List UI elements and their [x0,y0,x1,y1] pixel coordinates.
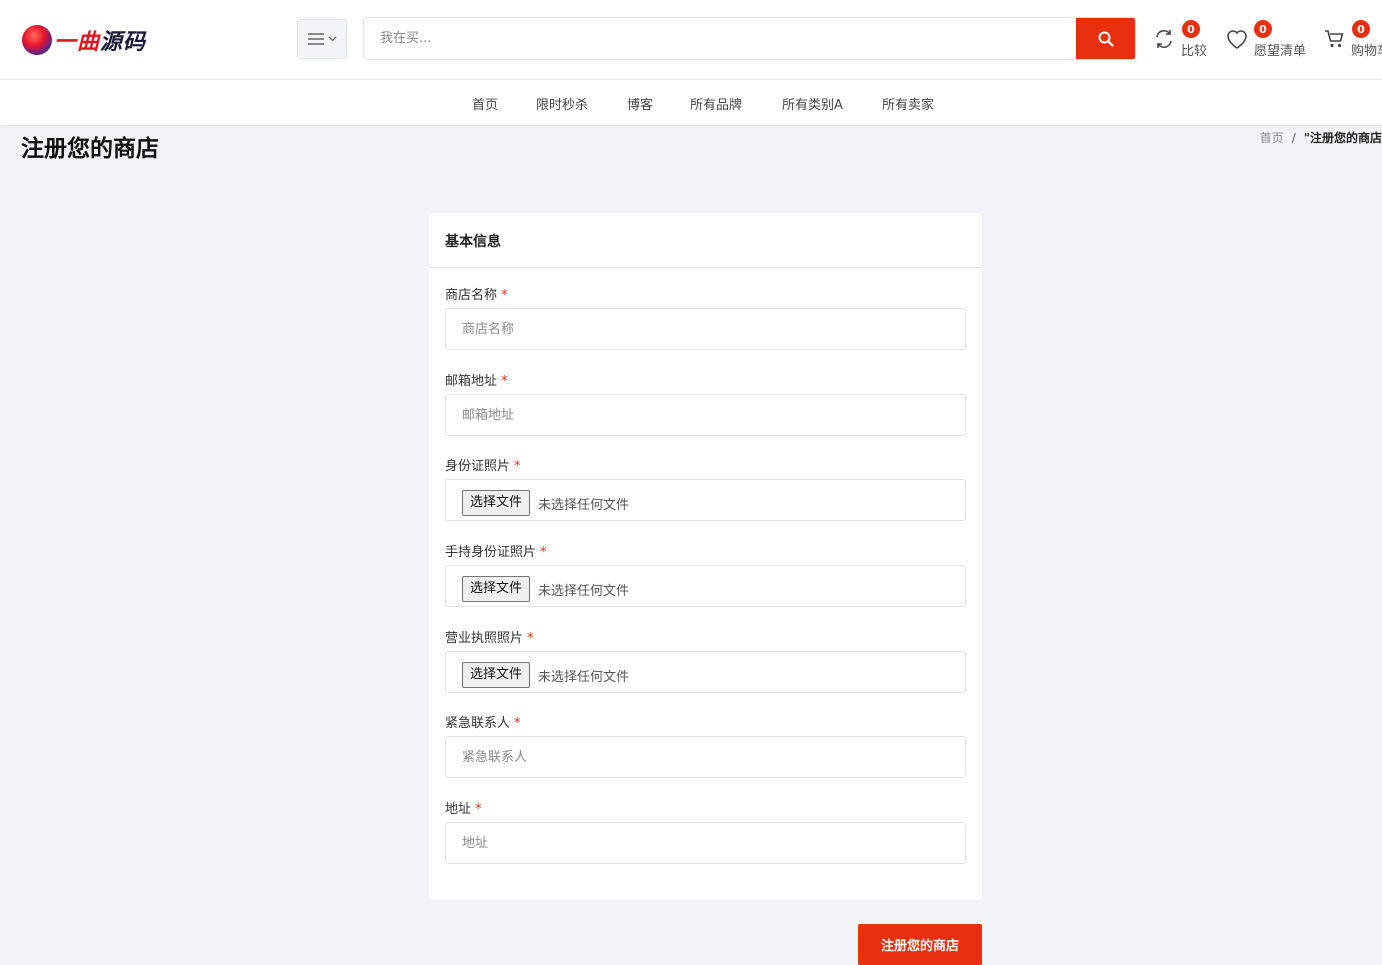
nav-item-brands[interactable]: 所有品牌 [690,94,742,113]
compare-button[interactable]: 0 比较 [1153,20,1213,60]
hand-id-photo-file-status: 未选择任何文件 [538,584,630,599]
emergency-contact-field: 紧急联系人 * [445,712,966,778]
hand-id-photo-choose-file-button[interactable]: 选择文件 [462,576,531,602]
required-mark: * [501,288,508,303]
email-field: 邮箱地址 * [445,370,966,436]
card-title: 基本信息 [429,213,982,268]
hamburger-icon [307,33,324,45]
emergency-contact-input[interactable] [446,737,965,777]
top-header: 一曲源码 0 比较 0 愿望清单 0 购物车 [0,0,1382,80]
license-photo-choose-file-button[interactable]: 选择文件 [462,662,531,688]
required-mark: * [527,631,534,646]
license-photo-file-status: 未选择任何文件 [538,670,630,685]
required-mark: * [501,374,508,389]
nav-item-sellers[interactable]: 所有卖家 [882,94,934,113]
shop-name-input[interactable] [446,309,965,349]
id-photo-choose-file-button[interactable]: 选择文件 [462,490,531,516]
license-photo-field: 营业执照照片 * 选择文件 未选择任何文件 [445,627,966,693]
required-mark: * [514,716,521,731]
breadcrumb-home[interactable]: 首页 [1260,131,1284,145]
heart-icon [1227,30,1247,49]
breadcrumb-separator: / [1291,131,1296,145]
compare-icon [1156,29,1172,49]
address-input[interactable] [446,823,965,863]
nav-item-flash-sale[interactable]: 限时秒杀 [536,94,588,113]
id-photo-file-status: 未选择任何文件 [538,498,630,513]
main-nav: 首页 限时秒杀 博客 所有品牌 所有类别A 所有卖家 [0,80,1382,125]
search-icon [1098,31,1114,47]
shop-name-label: 商店名称 [445,288,498,303]
page-title: 注册您的商店 [21,136,159,162]
basic-info-card: 基本信息 商店名称* 邮箱地址* 身份证照片* 选择文件 未选择任何文件 手持身… [429,213,982,900]
hand-id-photo-field: 手持身份证照片 * 选择文件 未选择任何文件 [445,541,966,607]
shop-name-field: 商店名称 * [445,284,966,350]
breadcrumb: 首页 / "注册您的商店 [1260,129,1382,146]
register-shop-button[interactable]: 注册您的商店 [858,924,982,965]
id-photo-label: 身份证照片 [445,459,511,474]
license-photo-label: 营业执照照片 [445,631,524,646]
nav-item-home[interactable]: 首页 [472,94,498,113]
search-bar [363,17,1136,60]
nav-item-categories[interactable]: 所有类别A [782,94,843,113]
required-mark: * [475,802,482,817]
emergency-contact-label: 紧急联系人 [445,716,511,731]
logo-text: 一曲源码 [54,30,147,55]
wishlist-label: 愿望清单 [1254,44,1307,59]
search-button[interactable] [1076,18,1135,59]
required-mark: * [540,545,547,560]
address-field: 地址 * [445,798,966,864]
compare-label: 比较 [1181,44,1208,59]
logo-globe-icon [22,25,52,55]
site-logo[interactable]: 一曲源码 [22,24,146,56]
breadcrumb-current: "注册您的商店 [1303,131,1382,145]
address-label: 地址 [445,802,472,817]
cart-button[interactable]: 0 购物车 [1324,20,1382,60]
wishlist-button[interactable]: 0 愿望清单 [1225,20,1310,60]
cart-icon [1325,30,1344,48]
required-mark: * [514,459,521,474]
cart-label: 购物车 [1351,44,1382,59]
category-menu-button[interactable] [297,19,347,59]
hand-id-photo-label: 手持身份证照片 [445,545,537,560]
chevron-down-icon [328,36,336,42]
email-input[interactable] [446,395,965,435]
email-label: 邮箱地址 [445,374,498,389]
wishlist-count-badge: 0 [1254,20,1272,38]
id-photo-field: 身份证照片 * 选择文件 未选择任何文件 [445,455,966,521]
compare-count-badge: 0 [1182,20,1200,38]
cart-count-badge: 0 [1352,20,1370,38]
nav-item-blog[interactable]: 博客 [627,94,653,113]
search-input[interactable] [380,18,1070,59]
